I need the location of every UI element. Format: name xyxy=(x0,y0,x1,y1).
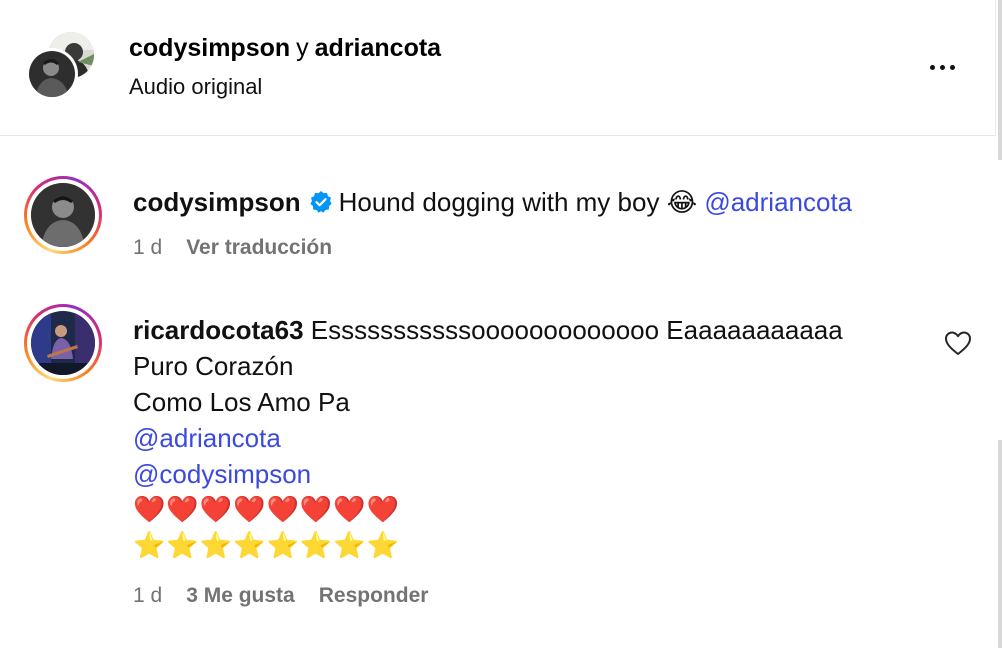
comment-mention-codysimpson[interactable]: @codysimpson xyxy=(133,456,843,492)
stars-emoji-row: ⭐⭐⭐⭐⭐⭐⭐⭐ xyxy=(133,531,400,561)
header-conjunction: y xyxy=(296,34,309,62)
caption-time[interactable]: 1 d xyxy=(133,236,162,259)
comment-body: ricardocota63 Esssssssssssooooooooooooo … xyxy=(133,312,843,564)
translate-button[interactable]: Ver traducción xyxy=(186,236,332,259)
dot-icon xyxy=(929,64,935,70)
verified-badge-icon xyxy=(309,187,333,223)
avatar-codysimpson[interactable] xyxy=(26,48,78,100)
instagram-reel-comments-panel: codysimpson y adriancota Audio original co… xyxy=(0,0,1002,648)
more-options-button[interactable] xyxy=(920,52,964,82)
dot-icon xyxy=(949,64,955,70)
reply-button[interactable]: Responder xyxy=(319,584,429,607)
scrollbar-track[interactable] xyxy=(998,0,1002,160)
comment-meta: 1 d 3 Me gusta Responder xyxy=(133,582,452,610)
caption-text: codysimpson Hound dogging with my boy 😂 … xyxy=(133,184,852,223)
comment-time[interactable]: 1 d xyxy=(133,584,162,607)
comment-text-line1: Esssssssssssooooooooooooo Eaaaaaaaaaaa xyxy=(310,315,843,345)
caption-body: Hound dogging with my boy xyxy=(338,187,660,217)
comment-likes-count[interactable]: 3 Me gusta xyxy=(186,584,295,607)
comment-line-1: ricardocota63 Esssssssssssooooooooooooo … xyxy=(133,312,843,348)
dot-icon xyxy=(939,64,945,70)
header-user1[interactable]: codysimpson xyxy=(129,34,290,62)
comment-text-line3: Como Los Amo Pa xyxy=(133,387,350,417)
laughing-emoji: 😂 xyxy=(666,188,698,218)
caption-avatar[interactable] xyxy=(24,176,102,254)
header-title: codysimpson y adriancota xyxy=(129,32,441,64)
comment-avatar[interactable] xyxy=(24,304,102,382)
caption-mention-adriancota[interactable]: @adriancota xyxy=(704,187,852,217)
audio-link[interactable]: Audio original xyxy=(129,72,262,102)
hearts-emoji-row: ❤️❤️❤️❤️❤️❤️❤️❤️ xyxy=(133,495,400,525)
like-comment-heart-icon[interactable] xyxy=(944,330,972,356)
post-header: codysimpson y adriancota Audio original xyxy=(0,0,996,136)
collab-avatars[interactable] xyxy=(26,30,98,102)
comment-text-line2: Puro Corazón xyxy=(133,351,294,381)
scrollbar-track-lower[interactable] xyxy=(998,440,1002,648)
comment-mention-adriancota[interactable]: @adriancota xyxy=(133,420,843,456)
caption-meta: 1 d Ver traducción xyxy=(133,234,356,262)
comment-username[interactable]: ricardocota63 xyxy=(133,315,304,345)
header-user2[interactable]: adriancota xyxy=(315,34,441,62)
caption-username[interactable]: codysimpson xyxy=(133,187,301,217)
